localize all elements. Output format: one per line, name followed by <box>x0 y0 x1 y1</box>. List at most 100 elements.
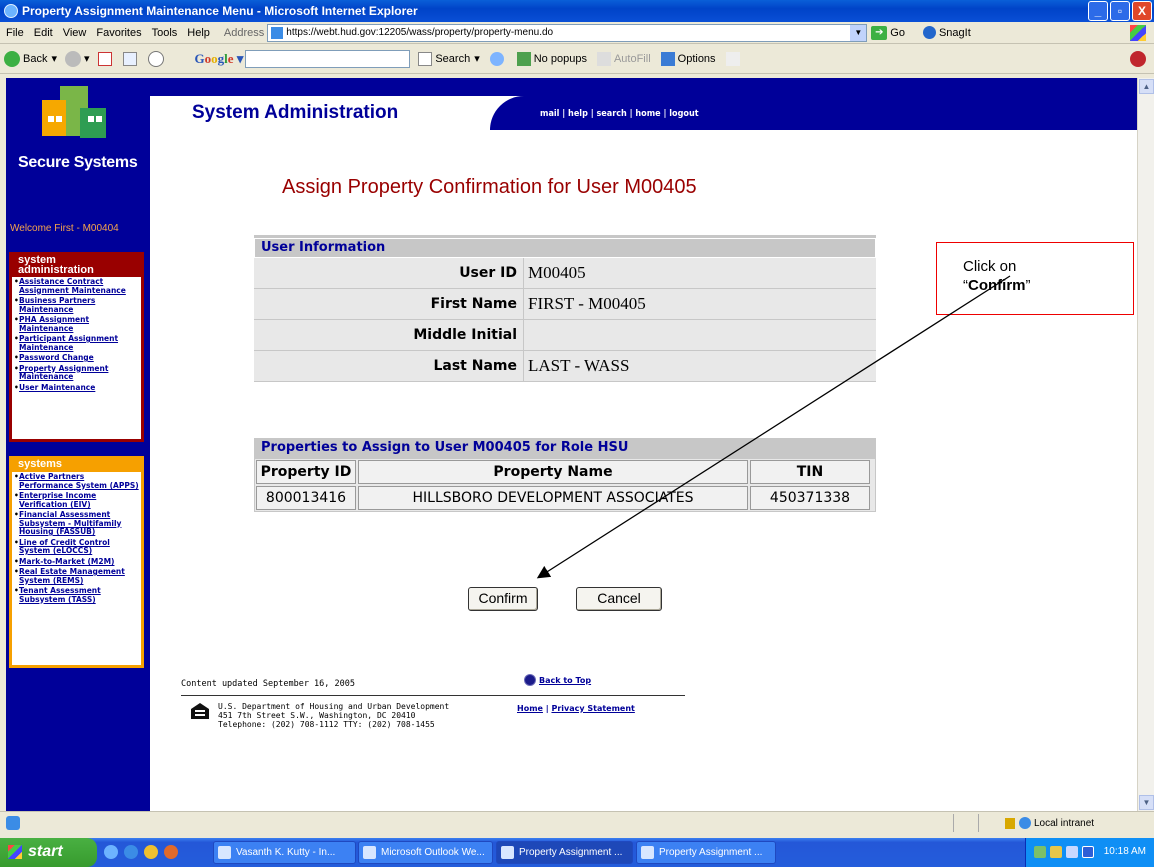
up-arrow-icon <box>524 674 536 686</box>
menu-tools[interactable]: Tools <box>152 27 178 39</box>
start-label: start <box>28 843 63 860</box>
scroll-up-icon[interactable]: ▲ <box>1139 79 1154 94</box>
autofill-label: AutoFill <box>613 52 651 65</box>
back-label: Back <box>23 52 48 65</box>
security-icon[interactable] <box>1082 846 1094 858</box>
scroll-down-icon[interactable]: ▼ <box>1139 795 1154 810</box>
stop-icon[interactable] <box>97 51 112 66</box>
tray-icons <box>1034 846 1094 858</box>
word-icon <box>641 846 654 859</box>
task-outlook-email[interactable]: Vasanth K. Kutty - In... <box>213 841 356 864</box>
ie-quicklaunch-icon[interactable] <box>104 845 118 859</box>
ie-icon <box>4 4 18 18</box>
browser-quicklaunch-icon[interactable] <box>124 845 138 859</box>
window-titlebar: Property Assignment Maintenance Menu - M… <box>0 0 1154 22</box>
options-button[interactable]: Options <box>660 51 716 66</box>
acrobat-icon[interactable] <box>1130 51 1146 67</box>
lock-icon <box>1005 817 1015 829</box>
task-label: Microsoft Outlook We... <box>381 847 485 858</box>
email-icon <box>218 846 231 859</box>
go-label: Go <box>890 26 905 39</box>
back-to-top-link[interactable]: Back to Top <box>539 676 591 685</box>
autofill-button[interactable]: AutoFill <box>596 51 651 66</box>
chevron-down-icon[interactable]: ▼ <box>850 24 867 41</box>
security-zone: Local intranet <box>1005 817 1094 829</box>
volume-icon[interactable] <box>1066 846 1078 858</box>
popup-blocker-button[interactable]: No popups <box>516 51 587 66</box>
menu-edit[interactable]: Edit <box>34 27 53 39</box>
back-button[interactable]: Back ▾ <box>4 50 57 67</box>
footer-links: Home | Privacy Statement <box>517 704 635 713</box>
address-label: Address <box>223 26 265 39</box>
options-icon <box>660 51 675 66</box>
highlight-button[interactable] <box>725 51 743 66</box>
google-g-icon <box>418 51 433 66</box>
menu-favorites[interactable]: Favorites <box>96 27 141 39</box>
clock: 10:18 AM <box>1103 846 1146 857</box>
pencil-icon <box>725 51 740 66</box>
task-label: Vasanth K. Kutty - In... <box>236 847 336 858</box>
menu-bar: File Edit View Favorites Tools Help Addr… <box>0 22 1154 44</box>
status-bar: Local intranet <box>0 811 1154 835</box>
go-arrow-icon: ➔ <box>871 25 888 40</box>
snagit-icon <box>922 26 936 39</box>
forward-button[interactable]: ▾ <box>65 50 90 67</box>
chevron-down-icon[interactable]: ▾ <box>474 52 480 65</box>
task-label: Property Assignment ... <box>519 847 623 858</box>
pagerank-icon <box>489 51 504 66</box>
google-search-label: Search <box>435 52 471 65</box>
chevron-down-icon[interactable]: ▾ <box>51 52 57 65</box>
taskbar: start Vasanth K. Kutty - In... Microsoft… <box>0 838 1154 867</box>
autofill-icon <box>596 51 611 66</box>
menu-view[interactable]: View <box>63 27 87 39</box>
options-label: Options <box>677 52 716 65</box>
chevron-down-icon[interactable]: ▾ <box>84 52 90 65</box>
pagerank-button[interactable] <box>489 51 507 66</box>
snagit-label: SnagIt <box>938 26 971 39</box>
menu-help[interactable]: Help <box>187 27 210 39</box>
quick-launch <box>104 845 178 859</box>
google-logo[interactable]: Google ▾ <box>195 51 244 67</box>
minimize-button[interactable]: _ <box>1088 1 1108 21</box>
snagit-button[interactable]: SnagIt <box>922 26 971 39</box>
intranet-icon <box>1019 817 1031 829</box>
refresh-icon[interactable] <box>122 51 137 66</box>
system-tray: 10:18 AM <box>1025 838 1154 867</box>
start-button[interactable]: start <box>0 838 97 867</box>
shield-icon[interactable] <box>1050 846 1062 858</box>
task-property-assignment-ie[interactable]: Property Assignment ... <box>496 841 633 864</box>
task-property-assignment-word[interactable]: Property Assignment ... <box>636 841 776 864</box>
menu-file[interactable]: File <box>6 27 24 39</box>
ie-icon <box>501 846 514 859</box>
popup-blocker-label: No popups <box>533 52 587 65</box>
app-quicklaunch-icon[interactable] <box>144 845 158 859</box>
page-icon <box>271 26 284 39</box>
network-icon[interactable] <box>1034 846 1046 858</box>
status-divider <box>953 814 954 832</box>
status-divider <box>978 814 979 832</box>
back-to-top[interactable]: Back to Top <box>524 674 591 686</box>
google-search-input[interactable] <box>245 49 411 68</box>
footer-home-link[interactable]: Home <box>517 704 543 713</box>
media-quicklaunch-icon[interactable] <box>164 845 178 859</box>
page-viewport: Secure Systems Welcome First - M00404 sy… <box>6 78 1137 811</box>
task-outlook-web[interactable]: Microsoft Outlook We... <box>358 841 493 864</box>
windows-logo-icon <box>1130 25 1146 41</box>
maximize-button[interactable]: ▫ <box>1110 1 1130 21</box>
hud-address: U.S. Department of Housing and Urban Dev… <box>218 702 450 729</box>
privacy-statement-link[interactable]: Privacy Statement <box>551 704 634 713</box>
page-status-icon <box>6 816 20 830</box>
equal-housing-icon <box>191 703 209 719</box>
home-icon[interactable] <box>147 50 164 67</box>
window-controls: _ ▫ X <box>1088 1 1152 21</box>
close-button[interactable]: X <box>1132 1 1152 21</box>
forward-arrow-icon <box>65 50 81 67</box>
window-title: Property Assignment Maintenance Menu - M… <box>22 4 418 18</box>
address-url: https://webt.hud.gov:12205/wass/property… <box>286 27 554 38</box>
google-search-button[interactable]: Search ▾ <box>418 51 480 66</box>
vertical-scrollbar[interactable]: ▲ ▼ <box>1137 78 1154 811</box>
footer-divider <box>181 695 685 696</box>
address-input[interactable]: https://webt.hud.gov:12205/wass/property… <box>267 23 868 42</box>
windows-logo-icon <box>8 845 22 859</box>
go-button[interactable]: ➔ Go <box>871 25 905 40</box>
